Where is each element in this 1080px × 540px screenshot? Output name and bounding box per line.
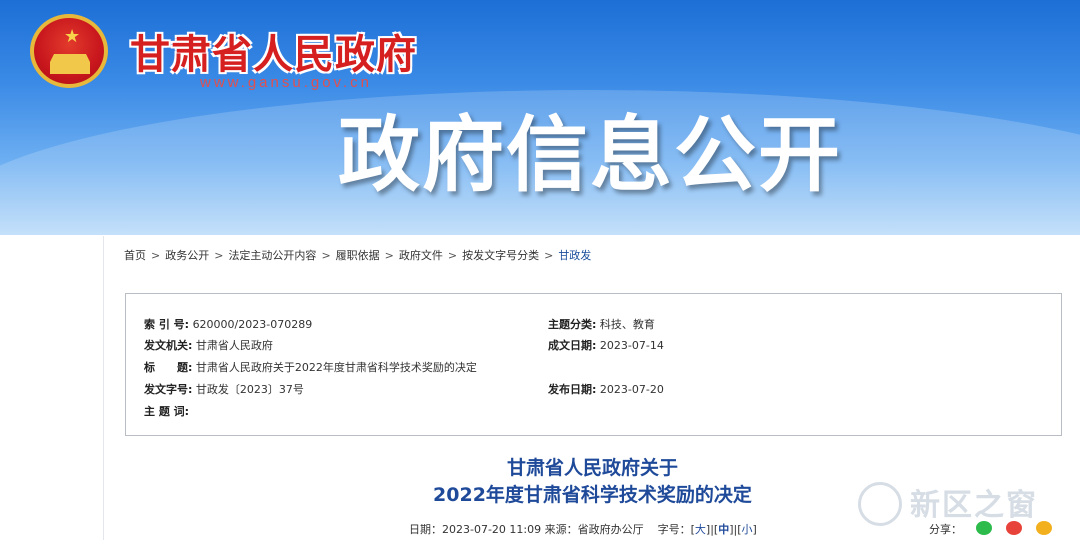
source-value: 省政府办公厅: [577, 523, 644, 536]
document-info-bar: 日期：2023-07-20 11:09 来源：省政府办公厅 字号：[大]|[中]…: [409, 523, 757, 536]
date-value: 2023-07-20 11:09: [442, 523, 542, 536]
document-title-line-1: 甘肃省人民政府关于: [506, 457, 678, 479]
meta-subject-category: 主题分类: 科技、教育: [548, 316, 655, 332]
header-banner: ★ 甘肃省人民政府 www.gansu.gov.cn 政府信息公开: [0, 0, 1080, 235]
font-small-button[interactable]: 小: [742, 523, 753, 536]
breadcrumb-separator: >: [151, 249, 161, 262]
meta-key: 成文日期:: [548, 339, 597, 352]
meta-published-date: 发布日期: 2023-07-20: [548, 381, 664, 397]
meta-key: 发布日期:: [548, 383, 597, 396]
breadcrumb-gan-zheng-fa[interactable]: 甘政发: [558, 249, 591, 262]
meta-value: 甘肃省人民政府: [195, 339, 273, 352]
breadcrumb-by-document-number[interactable]: 按发文字号分类: [462, 249, 539, 262]
national-emblem-icon: ★: [30, 14, 108, 88]
meta-index-number: 索 引 号: 620000/2023-070289: [144, 316, 312, 332]
meta-value: 2023-07-20: [599, 383, 664, 396]
meta-title: 标 题: 甘肃省人民政府关于2022年度甘肃省科学技术奖励的决定: [144, 359, 477, 375]
meta-value: 620000/2023-070289: [192, 318, 313, 331]
breadcrumb-government-affairs[interactable]: 政务公开: [165, 249, 209, 262]
meta-key: 索 引 号:: [144, 318, 190, 331]
meta-value: 科技、教育: [599, 318, 655, 331]
breadcrumb-separator: >: [447, 249, 458, 262]
breadcrumb-separator: >: [321, 249, 331, 262]
breadcrumb: 首页 > 政务公开 > 法定主动公开内容 > 履职依据 > 政府文件 > 按发文字号分类 > 甘政发: [124, 247, 591, 263]
breadcrumb-home[interactable]: 首页: [124, 249, 146, 262]
meta-value: 甘肃省人民政府关于2022年度甘肃省科学技术奖励的决定: [195, 361, 477, 374]
meta-written-date: 成文日期: 2023-07-14: [548, 337, 664, 353]
font-size-label: 字号：: [657, 523, 691, 536]
section-heading: 政府信息公开: [338, 108, 843, 203]
meta-key: 标 题:: [144, 361, 193, 374]
meta-key: 主 题 词:: [144, 405, 190, 418]
date-label: 日期：: [409, 523, 442, 536]
watermark: 新区之窗: [858, 478, 1063, 528]
breadcrumb-duty-basis[interactable]: 履职依据: [336, 249, 380, 262]
meta-value: 甘政发〔2023〕37号: [195, 383, 304, 396]
font-large-button[interactable]: 大: [695, 523, 706, 536]
breadcrumb-separator: >: [214, 249, 224, 262]
meta-key: 发文字号:: [144, 383, 193, 396]
meta-issuing-authority: 发文机关: 甘肃省人民政府: [144, 337, 273, 353]
watermark-text: 新区之窗: [910, 488, 1038, 523]
document-metadata-box: 索 引 号: 620000/2023-070289 主题分类: 科技、教育 发文…: [125, 293, 1062, 436]
breadcrumb-government-documents[interactable]: 政府文件: [399, 249, 443, 262]
meta-value: 2023-07-14: [599, 339, 664, 352]
site-title[interactable]: 甘肃省人民政府: [130, 22, 417, 80]
meta-key: 发文机关:: [144, 339, 193, 352]
breadcrumb-statutory-content[interactable]: 法定主动公开内容: [228, 249, 316, 262]
breadcrumb-separator: >: [384, 249, 394, 262]
meta-document-number: 发文字号: 甘政发〔2023〕37号: [144, 381, 304, 397]
watermark-logo-icon: [858, 482, 902, 526]
meta-key: 主题分类:: [548, 318, 597, 331]
meta-keywords: 主 题 词:: [144, 403, 189, 419]
font-medium-button[interactable]: 中: [718, 523, 729, 536]
breadcrumb-separator: >: [544, 249, 554, 262]
source-label: 来源：: [544, 523, 578, 536]
